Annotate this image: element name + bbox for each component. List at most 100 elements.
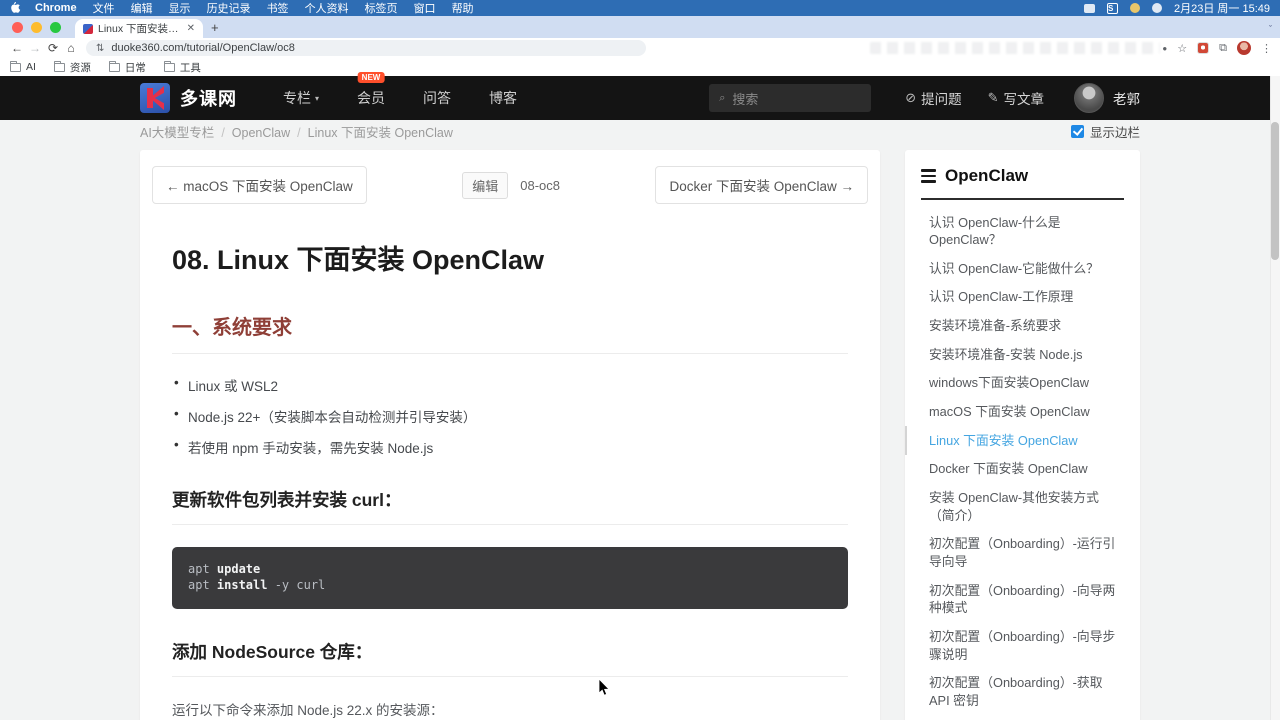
site-nav: 专栏 ▾ 会员 NEW 问答 博客 [283, 72, 517, 108]
code-line: apt update [188, 562, 261, 576]
new-tab-button[interactable]: + [203, 20, 229, 38]
zoom-window-button[interactable] [50, 22, 61, 33]
tab-close-icon[interactable]: ✕ [187, 23, 195, 34]
browser-tab[interactable]: Linux 下面安装 OpenClaw - 多 ✕ [75, 19, 203, 38]
toc-item[interactable]: 初次配置（Onboarding）-向导步骤说明 [921, 623, 1124, 669]
breadcrumb-item[interactable]: AI大模型专栏 [140, 126, 214, 140]
menubar-item[interactable]: 书签 [267, 3, 289, 15]
breadcrumb: AI大模型专栏 / OpenClaw / Linux 下面安装 OpenClaw [140, 125, 453, 140]
tab-favicon [83, 23, 93, 34]
bookmark-folder[interactable]: 日常 [108, 60, 146, 75]
menubar-app-name[interactable]: Chrome [35, 2, 77, 14]
status-dot-icon[interactable] [1130, 3, 1140, 13]
close-window-button[interactable] [12, 22, 23, 33]
bookmark-folder[interactable]: AI [10, 60, 36, 73]
tab-title: Linux 下面安装 OpenClaw - 多 [98, 23, 181, 35]
ask-question-button[interactable]: ⊘ 提问题 [905, 88, 961, 108]
question-circle-icon: ⊘ [905, 90, 917, 105]
url-field[interactable]: ⇅ duoke360.com/tutorial/OpenClaw/oc8 [86, 40, 646, 56]
section-heading: 一、系统要求 [172, 311, 848, 354]
next-page-button[interactable]: Docker 下面安装 OpenClaw → [655, 166, 868, 204]
toc-item[interactable]: macOS 下面安装 OpenClaw [921, 398, 1124, 427]
hamburger-icon[interactable] [921, 169, 936, 183]
toc-item[interactable]: 安装 OpenClaw-其他安装方式（简介） [921, 484, 1124, 530]
bookmark-folder[interactable]: 工具 [163, 60, 201, 75]
extension-icon[interactable] [1197, 42, 1210, 54]
menubar-item[interactable]: 显示 [169, 3, 191, 15]
folder-icon [163, 60, 175, 72]
toc-item[interactable]: windows下面安装OpenClaw [921, 369, 1124, 398]
toc-item[interactable]: 初次配置（Onboarding）-获取 API 密钥 [921, 669, 1124, 715]
status-misc-icon[interactable] [1084, 3, 1095, 13]
toc-item[interactable]: 初次配置（Onboarding）-向导两种模式 [921, 576, 1124, 622]
browser-menu-icon[interactable]: ⋮ [1261, 42, 1272, 55]
code-block-apt[interactable]: apt update apt install -y curl [172, 547, 848, 609]
show-sidebar-toggle[interactable]: 显示边栏 [1070, 122, 1140, 141]
write-article-button[interactable]: ✎ 写文章 [988, 88, 1044, 108]
breadcrumb-row: AI大模型专栏 / OpenClaw / Linux 下面安装 OpenClaw 显示边… [140, 120, 1140, 142]
tab-strip: Linux 下面安装 OpenClaw - 多 ✕ + ˇ [0, 16, 1280, 38]
page-scrollbar[interactable] [1270, 76, 1280, 720]
toc-item[interactable]: 初次配置（Onboarding）-配置 Web 搜索（可选） [921, 715, 1124, 720]
macos-menubar: Chrome 文件 编辑 显示 历史记录 书签 个人资料 标签页 窗口 帮助 S 2月23日 周… [0, 0, 1280, 16]
toc-item[interactable]: 初次配置（Onboarding）-运行引导向导 [921, 530, 1124, 576]
page-title: 08. Linux 下面安装 OpenClaw [172, 245, 545, 275]
apple-menu-icon[interactable] [10, 1, 21, 14]
menubar-item[interactable]: 文件 [93, 3, 115, 15]
back-button[interactable]: ← [8, 41, 26, 55]
bookmark-star-icon[interactable]: ☆ [1177, 42, 1187, 55]
menubar-item[interactable]: 历史记录 [207, 3, 251, 15]
checkbox-checked-icon[interactable] [1070, 124, 1084, 138]
site-search[interactable]: ⌕ 搜索 [709, 84, 872, 112]
scrollbar-thumb[interactable] [1271, 122, 1279, 260]
subheading-nodesource: 添加 NodeSource 仓库： [172, 639, 848, 677]
site-nav-item-0[interactable]: 专栏 ▾ [283, 88, 319, 108]
toc-item[interactable]: 认识 OpenClaw-什么是 OpenClaw？ [921, 208, 1124, 254]
new-badge: NEW [357, 72, 385, 83]
forward-button[interactable]: → [26, 41, 44, 55]
site-nav-item-3[interactable]: 博客 [489, 88, 517, 108]
site-permissions-icon[interactable]: ⇅ [96, 43, 104, 54]
menubar-item[interactable]: 帮助 [452, 3, 474, 15]
menubar-clock[interactable]: 2月23日 周一 15:49 [1174, 0, 1270, 16]
article-card: ← macOS 下面安装 OpenClaw 编辑 08-oc8 Docker 下… [140, 150, 880, 720]
subheading-update-curl: 更新软件包列表并安装 curl： [172, 487, 848, 525]
menubar-item[interactable]: 窗口 [414, 3, 436, 15]
breadcrumb-item[interactable]: OpenClaw [232, 126, 290, 140]
window-controls [0, 22, 75, 38]
toc-item[interactable]: 安装环境准备-安装 Node.js [921, 340, 1124, 369]
user-name[interactable]: 老郭 [1113, 88, 1140, 108]
reload-button[interactable]: ⟳ [44, 41, 62, 55]
toc-item[interactable]: Docker 下面安装 OpenClaw [921, 455, 1124, 484]
chevron-down-icon: ▾ [315, 93, 320, 103]
menubar-item[interactable]: 个人资料 [305, 3, 349, 15]
site-header: 多课网 专栏 ▾ 会员 NEW 问答 博客 ⌕ 搜索 ⊘ 提问题 ✎ 写文章 老郭 [0, 72, 1280, 120]
prev-page-button[interactable]: ← macOS 下面安装 OpenClaw [152, 166, 367, 204]
extensions-puzzle-icon[interactable]: ⧉ [1219, 42, 1227, 55]
minimize-window-button[interactable] [31, 22, 42, 33]
tab-overview-chevron-icon[interactable]: ˇ [1269, 24, 1272, 34]
menubar-item[interactable]: 编辑 [131, 3, 153, 15]
control-center-icon[interactable] [1152, 3, 1162, 13]
menubar-item[interactable]: 标签页 [365, 3, 398, 15]
edit-button[interactable]: 编辑 [462, 171, 509, 199]
toc-item[interactable]: 安装环境准备-系统要求 [921, 312, 1124, 341]
bookmark-folder[interactable]: 资源 [53, 60, 91, 75]
list-item: 若使用 npm 手动安装，需先安装 Node.js [172, 426, 848, 457]
url-text: duoke360.com/tutorial/OpenClaw/oc8 [111, 42, 295, 54]
input-method-icon[interactable]: S [1107, 2, 1118, 14]
browser-profile-avatar[interactable] [1237, 41, 1251, 55]
search-tabs-icon[interactable]: ● [1162, 44, 1167, 53]
site-nav-item-2[interactable]: 问答 [423, 88, 451, 108]
toc-item-active[interactable]: Linux 下面安装 OpenClaw [905, 426, 1124, 455]
site-nav-item-1[interactable]: 会员 NEW [357, 72, 385, 108]
toc-item[interactable]: 认识 OpenClaw-工作原理 [921, 283, 1124, 312]
watermark [870, 42, 1160, 54]
toc-list: 认识 OpenClaw-什么是 OpenClaw？ 认识 OpenClaw-它能做… [905, 208, 1124, 720]
site-brand[interactable]: 多课网 [180, 85, 237, 111]
home-button[interactable]: ⌂ [62, 41, 80, 55]
breadcrumb-item[interactable]: Linux 下面安装 OpenClaw [308, 126, 453, 140]
user-avatar[interactable] [1074, 83, 1104, 113]
toc-item[interactable]: 认识 OpenClaw-它能做什么？ [921, 254, 1124, 283]
site-logo[interactable] [140, 83, 170, 113]
